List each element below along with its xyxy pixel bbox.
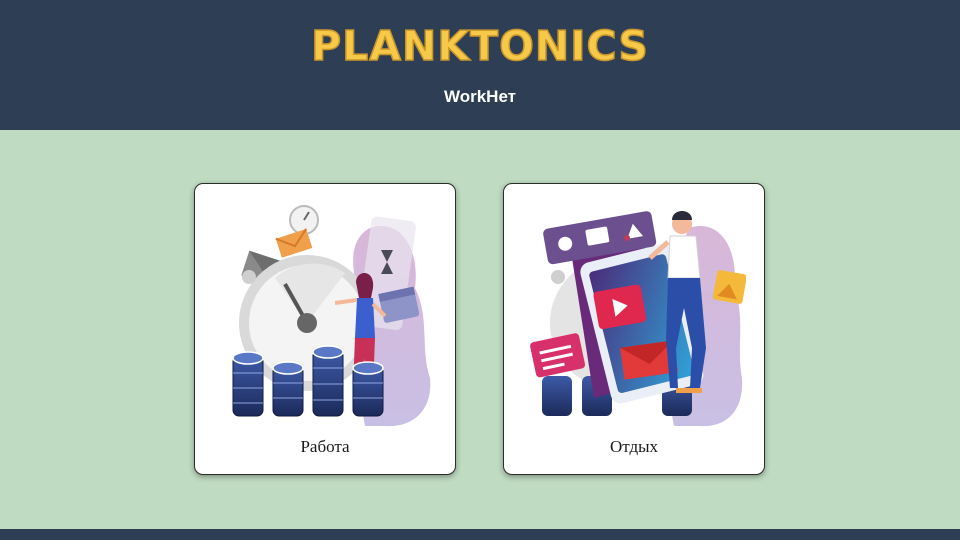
work-card-label: Работа — [300, 437, 350, 456]
leisure-card[interactable]: Отдых — [503, 183, 765, 475]
leisure-illustration — [530, 211, 746, 427]
leisure-card-label: Отдых — [609, 437, 659, 456]
work-illustration — [232, 205, 431, 427]
work-card[interactable]: Работа — [194, 183, 456, 475]
site-header: PLANKTONICS WorkНет — [0, 0, 960, 130]
site-subtitle: WorkНет — [443, 87, 517, 106]
site-footer — [0, 529, 960, 540]
site-logo[interactable]: PLANKTONICS — [0, 21, 960, 71]
